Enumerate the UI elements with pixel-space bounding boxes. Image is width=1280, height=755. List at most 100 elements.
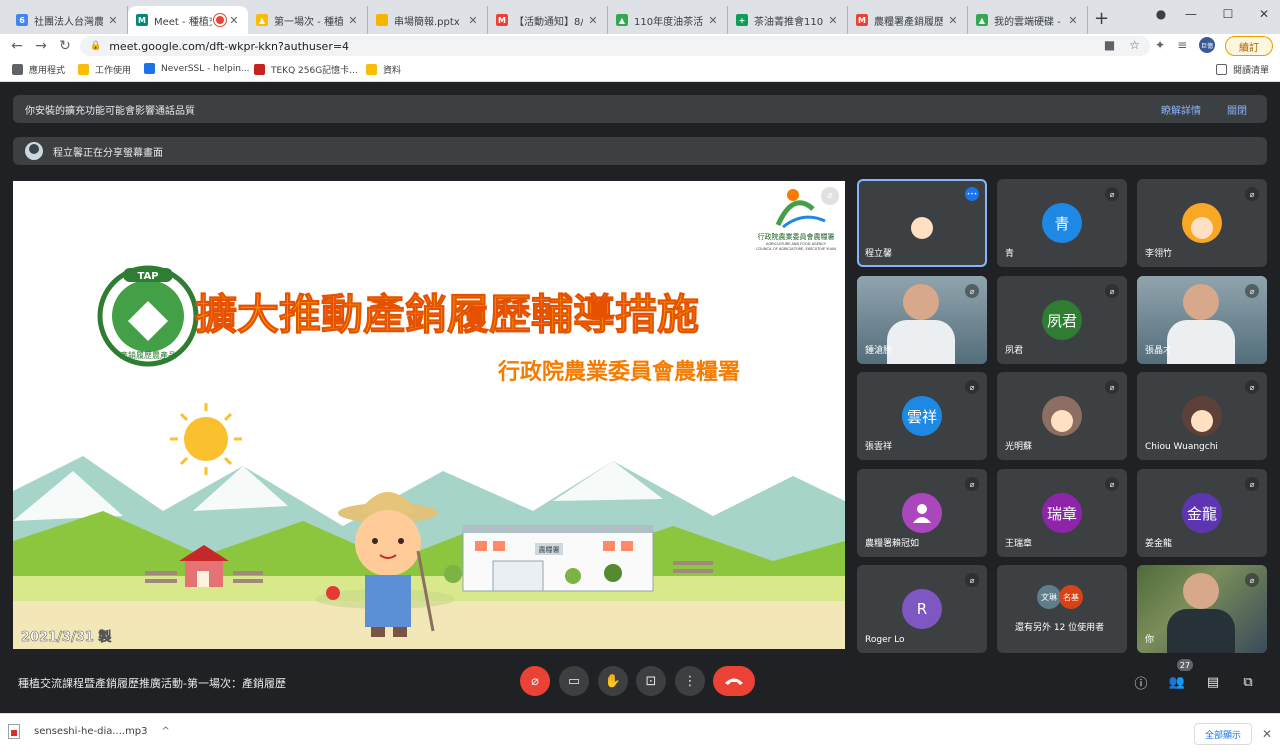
close-tab-icon[interactable]: ✕: [827, 14, 839, 27]
bookmark-item[interactable]: 應用程式: [12, 63, 65, 76]
slide-illustration: 農糧署 TAP 產銷履歷農產品 行政院農業委員會農糧署 AGRICULTURE …: [13, 181, 845, 649]
close-tab-icon[interactable]: ✕: [347, 14, 359, 27]
close-banner-button[interactable]: 關閉: [1227, 102, 1247, 117]
close-tab-icon[interactable]: ✕: [1067, 14, 1079, 27]
presenter-avatar: [25, 142, 43, 160]
participant-tile[interactable]: 雲祥 張雲祥 ⌀: [857, 372, 987, 460]
participant-avatar: 夙君: [1042, 300, 1082, 340]
mic-off-icon: ⌀: [1105, 187, 1119, 201]
barn-sign: 農糧署: [539, 545, 560, 554]
meeting-info-button[interactable]: ⓘ: [1131, 672, 1151, 692]
activities-button[interactable]: ⧉: [1238, 672, 1258, 692]
present-button[interactable]: ⊡: [636, 666, 666, 696]
leave-call-button[interactable]: [713, 666, 755, 696]
chat-button[interactable]: ▤: [1203, 672, 1223, 692]
mic-off-icon: ⌀: [1245, 380, 1259, 394]
participant-tile[interactable]: 農糧署賴冠如 ⌀: [857, 469, 987, 557]
browser-tab[interactable]: ▲ 110年度油茶活動 ✕: [608, 6, 728, 34]
camera-icon[interactable]: ■: [1104, 38, 1115, 52]
tab-title: 茶油菁推會110年: [754, 16, 823, 28]
download-bar: senseshi-he-dia....mp3 ^ 全部顯示 ✕: [0, 713, 1280, 755]
url-input[interactable]: 🔒 meet.google.com/dft-wkpr-kkn?authuser=…: [80, 36, 1150, 56]
participant-tile[interactable]: R Roger Lo ⌀: [857, 565, 987, 653]
participant-tile[interactable]: 青青 ⌀: [997, 179, 1127, 267]
participant-tile[interactable]: 夙君 夙君 ⌀: [997, 276, 1127, 364]
participant-count-badge: 27: [1177, 659, 1193, 671]
update-button[interactable]: 續訂: [1225, 36, 1273, 56]
bookmark-item[interactable]: 工作使用: [78, 63, 131, 76]
other-participant-avatar: 文琳: [1037, 585, 1061, 609]
more-options-button[interactable]: ⋮: [675, 666, 705, 696]
bookmark-item[interactable]: NeverSSL - helpin...: [144, 63, 249, 74]
more-options-icon[interactable]: •••: [965, 187, 979, 201]
mic-off-icon: ⌀: [1245, 477, 1259, 491]
participant-tile[interactable]: 李翎竹 ⌀: [1137, 179, 1267, 267]
reading-list[interactable]: 閱讀清單: [1216, 63, 1269, 76]
browser-tab[interactable]: M 農糧署產銷履歷 ✕: [848, 6, 968, 34]
reload-icon[interactable]: ↻: [56, 37, 74, 55]
participant-tile[interactable]: 金龍 姜金龍 ⌀: [1137, 469, 1267, 557]
mic-off-button[interactable]: ⌀: [520, 666, 550, 696]
extension-warning-banner: 你安裝的擴充功能可能會影響通話品質 瞭解詳情 關閉: [13, 95, 1267, 123]
download-menu-chevron-icon[interactable]: ^: [162, 726, 170, 737]
close-tab-icon[interactable]: ✕: [947, 14, 959, 27]
bookmark-item[interactable]: 資料: [366, 63, 401, 76]
browser-tab[interactable]: M Meet - 種植交 ✕: [128, 6, 248, 34]
learn-more-link[interactable]: 瞭解詳情: [1161, 102, 1201, 117]
url-text: meet.google.com/dft-wkpr-kkn?authuser=4: [109, 39, 350, 53]
participant-tile[interactable]: 張晶才 ⌀: [1137, 276, 1267, 364]
browser-tab[interactable]: M 【活動通知】8/6 ✕: [488, 6, 608, 34]
participant-tile[interactable]: 文琳 名基 還有另外 12 位使用者: [997, 565, 1127, 653]
browser-tab[interactable]: 6 社團法人台灣農 ✕: [8, 6, 128, 34]
bookmark-label: NeverSSL - helpin...: [161, 63, 250, 74]
close-tab-icon[interactable]: ✕: [228, 14, 240, 27]
tab-favicon-icon: M: [136, 14, 148, 26]
address-bar: ← → ↻ 🔒 meet.google.com/dft-wkpr-kkn?aut…: [0, 34, 1280, 58]
participant-avatar: 雲祥: [902, 396, 942, 436]
close-window-button[interactable]: ✕: [1246, 0, 1280, 28]
participant-photo: [1042, 396, 1082, 436]
mic-off-icon: ⌀: [965, 573, 979, 587]
participant-tile[interactable]: 瑞章 王瑞章 ⌀: [997, 469, 1127, 557]
close-download-bar-button[interactable]: ✕: [1262, 727, 1272, 741]
tab-favicon-icon: M: [856, 14, 868, 26]
close-tab-icon[interactable]: ✕: [707, 14, 719, 27]
browser-tab[interactable]: ▲ 第一場次 - 種植交 ✕: [248, 6, 368, 34]
maximize-button[interactable]: ☐: [1210, 0, 1246, 28]
mic-off-icon: ⌀: [965, 284, 979, 298]
bookmark-label: 工作使用: [95, 66, 132, 76]
close-tab-icon[interactable]: ✕: [587, 14, 599, 27]
participant-tile[interactable]: Chiou Wuangchi ⌀: [1137, 372, 1267, 460]
agency-name: 行政院農業委員會農糧署: [758, 232, 835, 241]
download-item[interactable]: senseshi-he-dia....mp3 ^: [8, 724, 170, 739]
camera-button[interactable]: ▭: [559, 666, 589, 696]
browser-tab[interactable]: ▲ 我的雲端硬碟 - Go ✕: [968, 6, 1088, 34]
people-button[interactable]: 👥: [1167, 672, 1187, 692]
participant-name: 程立馨: [865, 249, 893, 259]
recording-indicator-icon: [216, 16, 224, 24]
close-tab-icon[interactable]: ✕: [467, 14, 479, 27]
participant-tile[interactable]: 鍾滄勝 ⌀: [857, 276, 987, 364]
tab-title: 110年度油茶活動: [634, 16, 703, 28]
forward-icon[interactable]: →: [32, 37, 50, 55]
browser-tab-bar: 6社團法人台灣農✕MMeet - 種植交✕▲第一場次 - 種植交✕串場簡報.pp…: [0, 0, 1280, 34]
media-icon[interactable]: ≡: [1177, 38, 1187, 52]
bookmark-item[interactable]: TEKQ 256G記憶卡...: [254, 63, 358, 76]
tab-favicon-icon: ▲: [976, 14, 988, 26]
participant-tile[interactable]: 程立馨 •••: [857, 179, 987, 267]
profile-avatar[interactable]: 巨億: [1199, 37, 1216, 53]
participant-avatar: R: [902, 589, 942, 629]
participant-tile[interactable]: 光明蘇 ⌀: [997, 372, 1127, 460]
participant-tile[interactable]: 你 ⌀: [1137, 565, 1267, 653]
raise-hand-button[interactable]: ✋: [598, 666, 628, 696]
back-icon[interactable]: ←: [8, 37, 26, 55]
extensions-icon[interactable]: ✦: [1155, 38, 1165, 52]
new-tab-button[interactable]: +: [1094, 8, 1109, 29]
show-all-downloads-button[interactable]: 全部顯示: [1194, 723, 1252, 745]
slide-subtitle: 行政院農業委員會農糧署: [497, 359, 740, 385]
star-icon[interactable]: ☆: [1129, 38, 1140, 52]
close-tab-icon[interactable]: ✕: [107, 14, 119, 27]
minimize-button[interactable]: —: [1173, 0, 1209, 28]
browser-tab[interactable]: 串場簡報.pptx - G ✕: [368, 6, 488, 34]
browser-tab[interactable]: + 茶油菁推會110年 ✕: [728, 6, 848, 34]
